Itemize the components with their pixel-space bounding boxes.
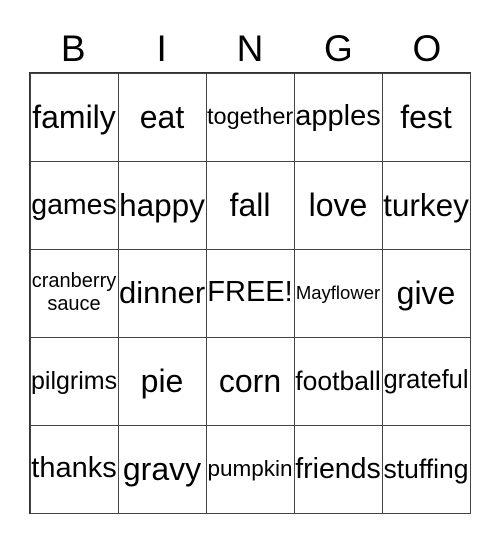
bingo-cell[interactable]: pumpkin <box>205 424 295 514</box>
header-letter-o: O <box>412 28 442 69</box>
bingo-cell-text: eat <box>139 98 185 135</box>
bingo-cell-text: football <box>295 365 381 396</box>
bingo-cell-text: FREE! <box>207 276 293 309</box>
bingo-cell[interactable]: fall <box>205 160 295 250</box>
bingo-cell-text: corn <box>218 362 282 399</box>
bingo-cell[interactable]: grateful <box>381 336 471 426</box>
bingo-cell[interactable]: pilgrims <box>29 336 119 426</box>
bingo-cell-text: gravy <box>122 450 202 487</box>
bingo-cell-text: cranberry sauce <box>31 270 117 315</box>
bingo-cell[interactable]: corn <box>205 336 295 426</box>
bingo-cell-text: friends <box>295 452 381 485</box>
bingo-cell-text: give <box>396 274 456 311</box>
bingo-cell[interactable]: together <box>205 72 295 162</box>
bingo-cell[interactable]: happy <box>117 160 207 250</box>
header-letter-i: I <box>156 28 167 69</box>
bingo-cell-text: dinner <box>119 275 206 311</box>
bingo-cell[interactable]: FREE! <box>205 248 295 338</box>
bingo-cell-text: pumpkin <box>207 456 293 482</box>
bingo-grid: family eat together apples fest games happy fal… <box>29 72 471 514</box>
bingo-cell[interactable]: games <box>29 160 119 250</box>
bingo-cell-text: happy <box>119 186 205 223</box>
bingo-cell[interactable]: gravy <box>117 424 207 514</box>
bingo-cell-text: apples <box>295 100 381 133</box>
bingo-cell-text: turkey <box>383 186 469 223</box>
bingo-cell[interactable]: pie <box>117 336 207 426</box>
bingo-cell-text: Mayflower <box>295 282 381 304</box>
bingo-header: B I N G O <box>29 26 471 72</box>
bingo-cell-text: pie <box>140 362 184 399</box>
bingo-cell[interactable]: friends <box>293 424 383 514</box>
bingo-cell-text: stuffing <box>383 453 469 484</box>
bingo-cell-text: thanks <box>31 452 117 485</box>
bingo-cell[interactable]: family <box>29 72 119 162</box>
bingo-cell-text: family <box>32 98 116 135</box>
header-letter-g: G <box>324 28 353 69</box>
bingo-cell[interactable]: fest <box>381 72 471 162</box>
bingo-cell[interactable]: love <box>293 160 383 250</box>
bingo-cell[interactable]: turkey <box>381 160 471 250</box>
bingo-cell-text: together <box>207 103 294 130</box>
bingo-cell[interactable]: apples <box>293 72 383 162</box>
header-letter-n: N <box>236 28 264 69</box>
bingo-cell[interactable]: cranberry sauce <box>29 248 119 338</box>
bingo-cell[interactable]: dinner <box>117 248 207 338</box>
bingo-cell[interactable]: give <box>381 248 471 338</box>
bingo-cell-text: love <box>308 186 368 223</box>
bingo-cell-text: games <box>31 188 117 221</box>
bingo-cell-text: fall <box>229 186 271 223</box>
bingo-cell[interactable]: Mayflower <box>293 248 383 338</box>
bingo-cell[interactable]: thanks <box>29 424 119 514</box>
bingo-cell-text: pilgrims <box>31 366 118 395</box>
bingo-cell-text: grateful <box>383 366 469 395</box>
header-letter-b: B <box>60 28 86 69</box>
bingo-cell[interactable]: football <box>293 336 383 426</box>
bingo-cell-text: fest <box>400 98 452 135</box>
bingo-cell[interactable]: eat <box>117 72 207 162</box>
bingo-cell[interactable]: stuffing <box>381 424 471 514</box>
